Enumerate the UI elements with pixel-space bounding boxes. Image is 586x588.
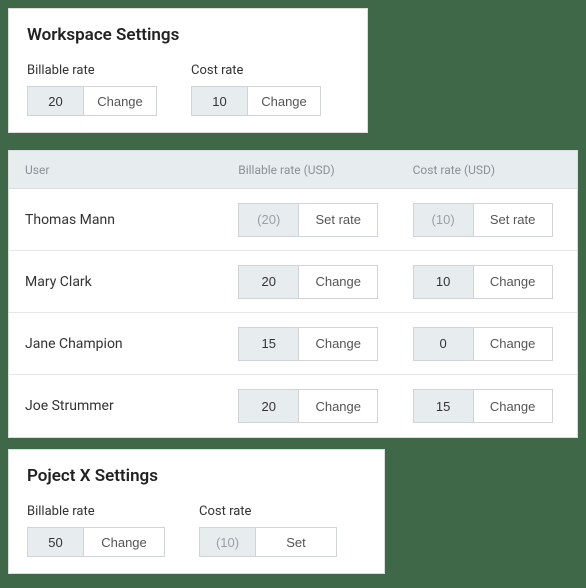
project-billable-control: Change: [27, 527, 165, 557]
workspace-settings-title: Workspace Settings: [27, 25, 349, 45]
project-settings-title: Poject X Settings: [27, 466, 366, 486]
cell-cost: Change: [403, 265, 577, 299]
billable-control: Change: [238, 327, 378, 361]
project-rate-row: Billable rate Change Cost rate Set: [27, 504, 366, 557]
cell-billable: Change: [228, 327, 402, 361]
col-header-cost: Cost rate (USD): [403, 163, 577, 177]
billable-input[interactable]: [239, 390, 299, 422]
billable-button[interactable]: Change: [299, 328, 377, 360]
cost-button[interactable]: Set rate: [474, 204, 552, 236]
billable-input[interactable]: [239, 328, 299, 360]
cell-billable: Set rate: [228, 203, 402, 237]
table-body: Thomas Mann Set rate Set rate Mary Clark Cha…: [9, 189, 577, 437]
workspace-billable-input[interactable]: [28, 87, 84, 115]
cost-input[interactable]: [414, 390, 474, 422]
project-billable-group: Billable rate Change: [27, 504, 165, 557]
cell-user: Jane Champion: [9, 336, 228, 352]
project-cost-input[interactable]: [200, 528, 256, 556]
cell-billable: Change: [228, 389, 402, 423]
cost-button[interactable]: Change: [474, 328, 552, 360]
workspace-cost-button[interactable]: Change: [248, 87, 320, 115]
table-row: Mary Clark Change Change: [9, 251, 577, 313]
table-row: Thomas Mann Set rate Set rate: [9, 189, 577, 251]
workspace-cost-group: Cost rate Change: [191, 63, 321, 116]
cost-input[interactable]: [414, 204, 474, 236]
cost-control: Set rate: [413, 203, 553, 237]
billable-input[interactable]: [239, 204, 299, 236]
billable-control: Set rate: [238, 203, 378, 237]
billable-control: Change: [238, 265, 378, 299]
project-billable-button[interactable]: Change: [84, 528, 164, 556]
project-cost-button[interactable]: Set: [256, 528, 336, 556]
cost-button[interactable]: Change: [474, 390, 552, 422]
col-header-billable: Billable rate (USD): [228, 163, 402, 177]
users-rate-table: User Billable rate (USD) Cost rate (USD)…: [8, 150, 578, 438]
workspace-billable-control: Change: [27, 86, 157, 116]
cell-user: Thomas Mann: [9, 212, 228, 228]
workspace-billable-label: Billable rate: [27, 63, 157, 78]
workspace-cost-label: Cost rate: [191, 63, 321, 78]
cell-user: Mary Clark: [9, 274, 228, 290]
cost-control: Change: [413, 327, 553, 361]
cost-control: Change: [413, 389, 553, 423]
cell-billable: Change: [228, 265, 402, 299]
project-cost-label: Cost rate: [199, 504, 337, 519]
project-settings-panel: Poject X Settings Billable rate Change C…: [8, 449, 385, 574]
workspace-rate-row: Billable rate Change Cost rate Change: [27, 63, 349, 116]
billable-input[interactable]: [239, 266, 299, 298]
billable-button[interactable]: Set rate: [299, 204, 377, 236]
cost-input[interactable]: [414, 266, 474, 298]
cell-user: Joe Strummer: [9, 398, 228, 414]
project-cost-group: Cost rate Set: [199, 504, 337, 557]
workspace-cost-input[interactable]: [192, 87, 248, 115]
table-header: User Billable rate (USD) Cost rate (USD): [9, 151, 577, 189]
workspace-settings-panel: Workspace Settings Billable rate Change …: [8, 8, 368, 133]
project-billable-label: Billable rate: [27, 504, 165, 519]
cell-cost: Change: [403, 389, 577, 423]
workspace-cost-control: Change: [191, 86, 321, 116]
workspace-billable-button[interactable]: Change: [84, 87, 156, 115]
col-header-user: User: [9, 163, 228, 177]
billable-button[interactable]: Change: [299, 266, 377, 298]
cell-cost: Set rate: [403, 203, 577, 237]
cost-button[interactable]: Change: [474, 266, 552, 298]
billable-button[interactable]: Change: [299, 390, 377, 422]
billable-control: Change: [238, 389, 378, 423]
project-cost-control: Set: [199, 527, 337, 557]
project-billable-input[interactable]: [28, 528, 84, 556]
cost-input[interactable]: [414, 328, 474, 360]
table-row: Jane Champion Change Change: [9, 313, 577, 375]
cost-control: Change: [413, 265, 553, 299]
cell-cost: Change: [403, 327, 577, 361]
table-row: Joe Strummer Change Change: [9, 375, 577, 437]
workspace-billable-group: Billable rate Change: [27, 63, 157, 116]
